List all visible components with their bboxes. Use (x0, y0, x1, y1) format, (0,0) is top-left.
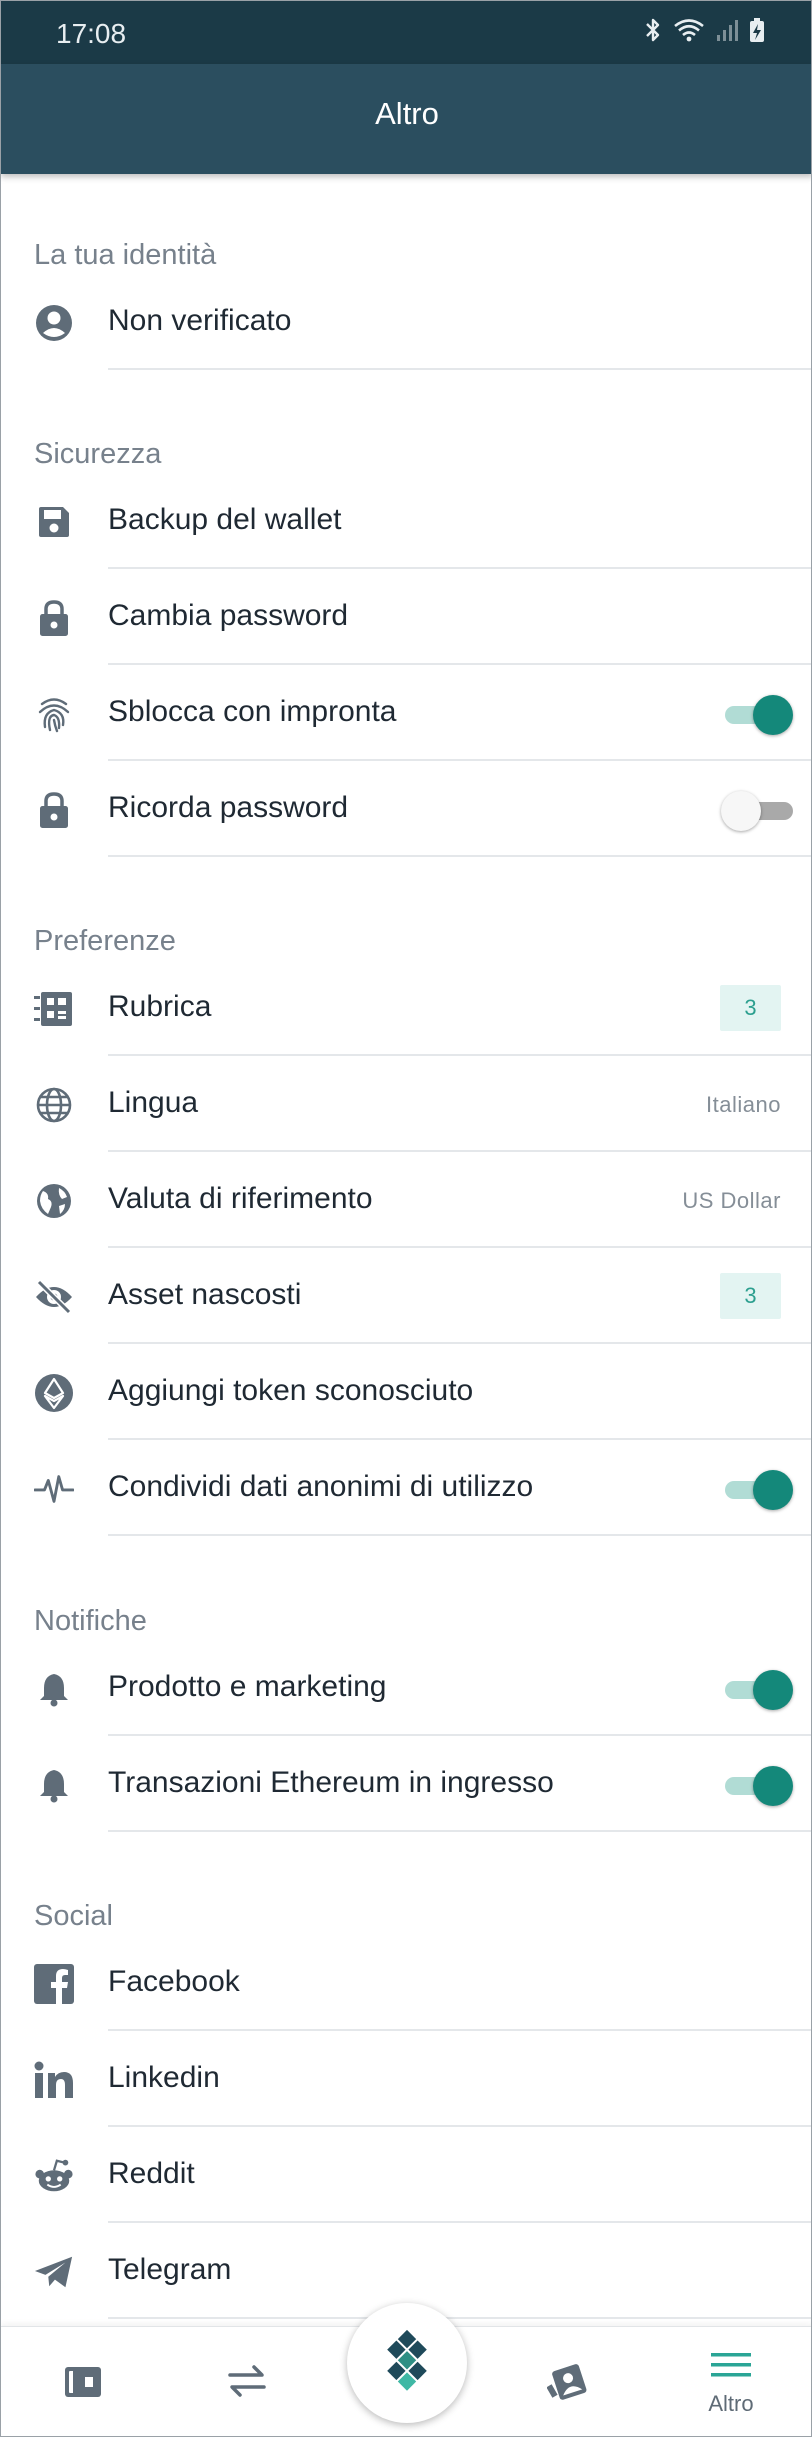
row-backup-wallet[interactable]: Backup del wallet (1, 473, 811, 569)
menu-icon (710, 2350, 752, 2385)
row-facebook[interactable]: Facebook (1, 1935, 811, 2031)
nav-wallet[interactable] (43, 2327, 123, 2436)
hidden-assets-count-badge: 3 (720, 1273, 781, 1319)
row-label: Rubrica (108, 990, 212, 1023)
row-label: Backup del wallet (108, 503, 342, 536)
row-linkedin[interactable]: Linkedin (1, 2031, 811, 2127)
row-address-book[interactable]: Rubrica 3 (1, 960, 811, 1056)
row-fingerprint-unlock[interactable]: Sblocca con impronta (1, 665, 811, 761)
app-logo-icon (375, 2329, 439, 2398)
remember-password-toggle[interactable] (721, 791, 793, 831)
row-label: Aggiungi token sconosciuto (108, 1374, 474, 1407)
row-language[interactable]: Lingua Italiano (1, 1056, 811, 1152)
row-label: Telegram (108, 2253, 232, 2286)
lock-icon (34, 790, 74, 830)
linkedin-icon (34, 2060, 74, 2100)
section-title-security: Sicurezza (34, 438, 162, 470)
ethereum-icon (34, 1373, 74, 1413)
telegram-icon (34, 2252, 74, 2292)
section-title-identity: La tua identità (34, 239, 217, 271)
row-label: Reddit (108, 2157, 195, 2190)
facebook-icon (34, 1964, 74, 2004)
divider (108, 1534, 811, 1536)
swap-arrows-icon (226, 2364, 268, 2403)
row-label: Prodotto e marketing (108, 1670, 387, 1703)
status-bar: 17:08 (1, 1, 811, 64)
account-circle-icon (34, 303, 74, 343)
nav-label-altro: Altro (708, 2390, 754, 2416)
row-label: Lingua (108, 1086, 199, 1119)
nav-altro[interactable]: Altro (691, 2327, 771, 2436)
row-label: Ricorda password (108, 791, 349, 824)
share-anonymous-data-toggle[interactable] (721, 1470, 793, 1510)
row-label: Non verificato (108, 304, 292, 337)
incoming-eth-transactions-toggle[interactable] (721, 1766, 793, 1806)
battery-charging-icon (749, 17, 765, 43)
globe-icon (34, 1085, 74, 1125)
currency-value: US Dollar (682, 1188, 781, 1213)
section-title-social: Social (34, 1900, 113, 1932)
product-marketing-toggle[interactable] (721, 1670, 793, 1710)
row-incoming-eth-transactions[interactable]: Transazioni Ethereum in ingresso (1, 1736, 811, 1832)
bottom-nav: Altro (1, 2303, 811, 2436)
divider (108, 368, 811, 370)
app-frame: 17:08 Altro La tua identità Non verifica… (0, 0, 812, 2437)
cards-icon (546, 2361, 591, 2406)
reddit-icon (34, 2156, 74, 2196)
divider (108, 1830, 811, 1832)
row-add-unknown-token[interactable]: Aggiungi token sconosciuto (1, 1344, 811, 1440)
row-reddit[interactable]: Reddit (1, 2127, 811, 2223)
signal-icon (715, 17, 739, 43)
row-share-anonymous-data[interactable]: Condividi dati anonimi di utilizzo (1, 1440, 811, 1536)
row-change-password[interactable]: Cambia password (1, 569, 811, 665)
divider (108, 855, 811, 857)
row-label: Facebook (108, 1965, 240, 1998)
fingerprint-toggle[interactable] (721, 695, 793, 735)
nav-cards[interactable] (529, 2327, 609, 2436)
row-identity-status[interactable]: Non verificato (1, 274, 811, 370)
row-label: Linkedin (108, 2061, 220, 2094)
settings-list: La tua identità Non verificato Sicurezza… (1, 174, 811, 2326)
row-product-marketing[interactable]: Prodotto e marketing (1, 1640, 811, 1736)
bluetooth-icon (643, 17, 663, 43)
status-time: 17:08 (56, 18, 127, 49)
nav-home[interactable] (347, 2303, 467, 2423)
row-hidden-assets[interactable]: Asset nascosti 3 (1, 1248, 811, 1344)
bell-icon (34, 1765, 74, 1805)
fingerprint-icon (34, 694, 74, 734)
status-icons (643, 17, 765, 43)
section-title-preferences: Preferenze (34, 925, 176, 957)
address-book-count-badge: 3 (720, 985, 781, 1031)
language-value: Italiano (706, 1092, 781, 1117)
save-floppy-icon (34, 502, 74, 542)
wallet-icon (63, 2363, 103, 2404)
app-header: Altro (1, 64, 811, 174)
row-label: Valuta di riferimento (108, 1182, 373, 1215)
bell-icon (34, 1669, 74, 1709)
pulse-icon (34, 1469, 74, 1509)
row-label: Asset nascosti (108, 1278, 302, 1311)
row-reference-currency[interactable]: Valuta di riferimento US Dollar (1, 1152, 811, 1248)
row-label: Cambia password (108, 599, 349, 632)
nav-swap[interactable] (207, 2327, 287, 2436)
row-label: Condividi dati anonimi di utilizzo (108, 1470, 534, 1503)
address-book-icon (34, 989, 74, 1029)
page-title: Altro (375, 96, 439, 131)
row-remember-password[interactable]: Ricorda password (1, 761, 811, 857)
divider (108, 2317, 811, 2319)
wifi-icon (673, 17, 705, 43)
eye-off-icon (34, 1277, 74, 1317)
row-label: Transazioni Ethereum in ingresso (108, 1766, 554, 1799)
lock-icon (34, 598, 74, 638)
row-label: Sblocca con impronta (108, 695, 397, 728)
section-title-notifications: Notifiche (34, 1605, 147, 1637)
earth-icon (34, 1181, 74, 1221)
